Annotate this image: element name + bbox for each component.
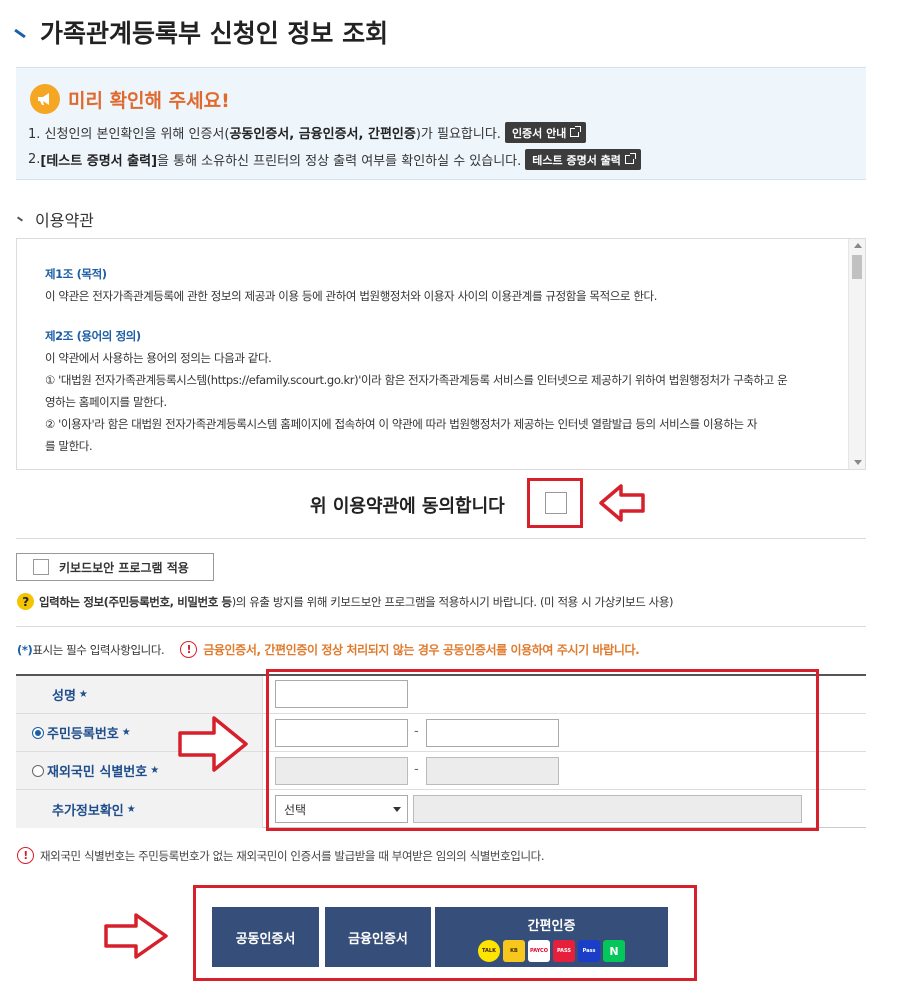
notice-line-1: 1. 신청인의 본인확인을 위해 인증서(공동인증서, 금융인증서, 간편인증)… [28,122,587,143]
foreign-id-note: ! 재외국민 식별번호는 주민등록번호가 없는 재외국민이 인증서를 발급받을 … [17,847,544,864]
test-print-label: 테스트 증명서 출력 [532,153,621,167]
terms-scrollbar[interactable] [848,239,865,469]
required-star-icon: ★ [121,727,131,738]
agree-checkbox[interactable] [545,492,567,514]
test-print-button[interactable]: 테스트 증명서 출력 [525,149,641,170]
keyboard-info-bold: 주민등록번호, 비밀번호 등 [108,594,233,609]
warning-icon: ! [17,847,34,864]
external-link-icon [570,126,582,137]
terms-section-title-text: 이용약관 [35,211,94,230]
scroll-thumb[interactable] [852,255,862,279]
page-title: 가족관계등록부 신청인 정보 조회 [14,14,388,50]
extra-info-label: 추가정보확인 ★ [16,790,263,828]
divider [16,626,866,627]
required-star-icon: ★ [150,765,160,776]
agree-row: 위 이용약관에 동의합니다 [0,486,900,522]
notice-line-2-end: 을 통해 소유하신 프린터의 정상 출력 여부를 확인하실 수 있습니다. [157,154,522,169]
keyboard-info-text: )의 유출 방지를 위해 키보드보안 프로그램을 적용하시기 바랍니다. (미 … [231,594,674,609]
article-2-item-1a: ① '대법원 전자가족관계등록시스템(https://efamily.scour… [45,373,788,387]
foreign-id-note-text: 재외국민 식별번호는 주민등록번호가 없는 재외국민이 인증서를 발급받을 때 … [40,848,545,863]
keyboard-security-label: 키보드보안 프로그램 적용 [59,560,189,575]
cert-guide-label: 인증서 안내 [511,126,567,140]
simple-cert-button[interactable]: 간편인증 TALK KB PAYCO PASS Pass N [435,907,668,967]
notice-line-1-text: 1. 신청인의 본인확인을 위해 인증서( [28,127,230,142]
article-1-text: 이 약관은 전자가족관계등록에 관한 정보의 제공과 이용 등에 관하여 법원행… [45,289,657,303]
keyboard-security-checkbox[interactable] [33,559,49,575]
notice-title: 미리 확인해 주세요! [68,89,230,112]
annotation-arrow-left-icon [599,484,645,522]
required-star-icon: ★ [126,803,136,815]
title-accent-icon [14,28,26,38]
rrn-radio[interactable] [32,726,44,739]
section-accent-icon [16,216,24,222]
external-link-icon [624,153,636,164]
agree-label: 위 이용약관에 동의합니다 [310,496,505,517]
pass-icon: PASS [553,940,575,962]
scroll-down-icon[interactable] [854,460,862,465]
rrn-label-text: 주민등록번호 [47,727,119,742]
samsung-pass-icon: Pass [578,940,600,962]
article-2-item-1b: 영하는 홈페이지를 말한다. [45,395,167,409]
simple-cert-provider-icons: TALK KB PAYCO PASS Pass N [478,940,625,962]
simple-cert-label: 간편인증 [527,919,576,934]
extra-info-label-text: 추가정보확인 [52,803,124,819]
public-cert-label: 공동인증서 [235,931,296,947]
foreign-id-radio[interactable] [32,764,44,777]
terms-content: 제1조 (목적) 이 약관은 전자가족관계등록에 관한 정보의 제공과 이용 등… [45,263,845,457]
megaphone-icon [30,84,60,114]
cert-guide-button[interactable]: 인증서 안내 [504,122,587,143]
article-2-title: 제2조 (용어의 정의) [45,329,141,343]
keyboard-info: ? 입력하는 정보(주민등록번호, 비밀번호 등)의 유출 방지를 위해 키보드… [17,593,674,610]
required-star: (*) [17,642,33,657]
required-note: 표시는 필수 입력사항입니다. [32,642,165,657]
kb-icon: KB [503,940,525,962]
notice-line-2-bold: [테스트 증명서 출력] [40,154,158,169]
article-2-intro: 이 약관에서 사용하는 용어의 정의는 다음과 같다. [45,351,272,365]
notice-line-1-end: )가 필요합니다. [415,127,501,142]
keyboard-security-button[interactable]: 키보드보안 프로그램 적용 [16,553,214,581]
financial-cert-button[interactable]: 금융인증서 [325,907,431,967]
article-2-item-2a: ② '이용자'라 함은 대법원 전자가족관계등록시스템 홈페이지에 접속하여 이… [45,417,758,431]
notice-line-2-text: 2. [28,152,41,167]
public-cert-button[interactable]: 공동인증서 [212,907,319,967]
required-note-row: (*) 표시는 필수 입력사항입니다. ! 금융인증서, 간편인증이 정상 처리… [17,641,640,658]
financial-cert-label: 금융인증서 [348,931,408,947]
foreign-id-label-text: 재외국민 식별번호 [47,765,148,780]
terms-box[interactable]: 제1조 (목적) 이 약관은 전자가족관계등록에 관한 정보의 제공과 이용 등… [16,238,866,470]
annotation-arrow-right-icon [104,913,168,959]
name-label-text: 성명 [52,689,76,704]
naver-icon: N [603,940,625,962]
annotation-highlight-box [266,669,819,831]
article-1-title: 제1조 (목적) [45,267,107,281]
name-label: 성명 ★ [16,676,263,713]
warning-icon: ! [180,641,198,658]
cert-warning: 금융인증서, 간편인증이 정상 처리되지 않는 경우 공동인증서를 이용하여 주… [203,643,640,657]
divider [16,538,866,539]
article-2-item-2b: 를 말한다. [45,439,93,453]
annotation-arrow-right-icon [178,716,248,772]
page-title-text: 가족관계등록부 신청인 정보 조회 [40,19,389,48]
notice-header: 미리 확인해 주세요! [30,84,230,114]
required-star-icon: ★ [78,689,88,700]
notice-box: 미리 확인해 주세요! 1. 신청인의 본인확인을 위해 인증서(공동인증서, … [16,67,866,180]
keyboard-info-prefix: 입력하는 정보( [39,594,109,609]
question-icon: ? [17,593,34,610]
scroll-up-icon[interactable] [854,243,862,248]
notice-line-2: 2. [테스트 증명서 출력] 을 통해 소유하신 프린터의 정상 출력 여부를 … [28,149,641,170]
kakao-icon: TALK [478,940,500,962]
payco-icon: PAYCO [528,940,550,962]
notice-line-1-bold: 공동인증서, 금융인증서, 간편인증 [229,127,416,142]
terms-section-title: 이용약관 [16,207,94,231]
